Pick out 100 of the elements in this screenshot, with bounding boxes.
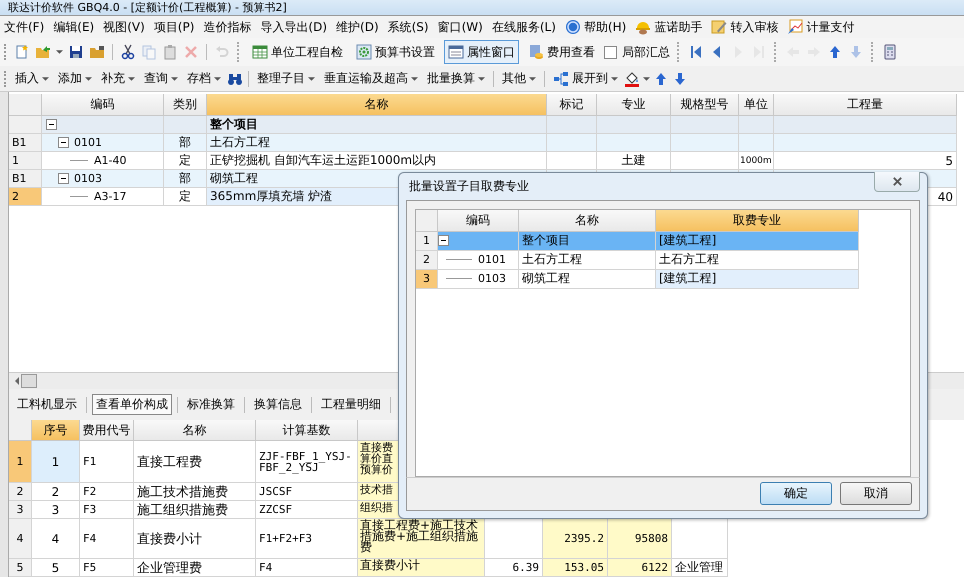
menu-button[interactable]: 存档 — [184, 68, 224, 90]
column-header[interactable]: 费用代号 — [80, 420, 134, 441]
toolbar-button[interactable]: 预算书设置 — [352, 40, 439, 64]
table-cell: 定 — [164, 188, 207, 206]
first-icon[interactable] — [688, 44, 704, 60]
menu-item[interactable]: 造价指标 — [203, 18, 252, 36]
column-header[interactable]: 规格型号 — [671, 94, 739, 116]
menu-item[interactable]: 视图(V) — [103, 18, 145, 36]
menu-item[interactable]: 编辑(E) — [53, 18, 94, 36]
caret-icon — [529, 76, 536, 80]
save-icon[interactable] — [68, 44, 84, 60]
caret-icon[interactable] — [643, 76, 650, 80]
column-header[interactable]: 序号 — [32, 420, 80, 441]
column-header[interactable]: 名称 — [207, 94, 547, 116]
table-cell: 3 — [32, 501, 80, 519]
close-button[interactable] — [874, 172, 920, 192]
row-header[interactable]: 4 — [9, 519, 32, 559]
checkbox[interactable] — [604, 46, 617, 58]
column-header[interactable]: 编码 — [438, 210, 519, 232]
paste-icon[interactable] — [162, 44, 178, 60]
code-text: 0103 — [478, 272, 506, 286]
cell-text: 直接费小计 — [360, 560, 420, 571]
arrow-up-icon[interactable] — [827, 44, 843, 60]
table-cell — [739, 116, 774, 134]
caret-icon — [42, 76, 49, 80]
row-header[interactable]: B1 — [9, 134, 42, 152]
menu-button[interactable]: 整理子目 — [254, 68, 318, 90]
tab[interactable]: 换算信息 — [250, 394, 306, 415]
column-header[interactable]: 计算基数 — [256, 420, 358, 441]
menu-item[interactable]: 系统(S) — [388, 18, 429, 36]
paint-bucket-icon[interactable] — [624, 70, 640, 86]
column-header[interactable]: 名称 — [519, 210, 656, 232]
menu-item[interactable]: 计量支付 — [806, 18, 854, 36]
row-header[interactable]: 3 — [9, 501, 32, 519]
tab[interactable]: 标准换算 — [183, 394, 239, 415]
caret-icon[interactable] — [56, 50, 63, 54]
toolbar-button[interactable]: 属性窗口 — [444, 40, 519, 64]
folder-icon[interactable] — [89, 44, 105, 60]
column-header[interactable]: 编码 — [42, 94, 164, 116]
code-text: 0101 — [74, 136, 102, 149]
menu-item[interactable]: 维护(D) — [336, 18, 379, 36]
row-header[interactable]: 2 — [9, 483, 32, 501]
menu-item[interactable]: 帮助(H) — [584, 18, 626, 36]
menu-item[interactable]: 转入审核 — [730, 18, 778, 36]
dialog-button[interactable]: 取消 — [840, 482, 912, 506]
menu-button[interactable]: 垂直运输及超高 — [321, 68, 421, 90]
column-header[interactable]: 工程量 — [774, 94, 957, 116]
menu-item[interactable]: 窗口(W) — [438, 18, 483, 36]
row-header[interactable]: 1 — [9, 152, 42, 170]
column-header[interactable]: 标记 — [547, 94, 597, 116]
menu-button[interactable]: 补充 — [98, 68, 138, 90]
pencil-document-icon[interactable] — [711, 19, 728, 35]
collapse-toggle[interactable] — [438, 235, 449, 246]
menu-button[interactable]: 插入 — [12, 68, 52, 90]
arrow-up-icon[interactable] — [653, 70, 669, 86]
row-header[interactable]: 1 — [9, 441, 32, 483]
column-header[interactable]: 取费专业 — [656, 210, 859, 232]
menu-item[interactable]: 蓝诺助手 — [654, 18, 702, 36]
column-header[interactable]: 类别 — [164, 94, 207, 116]
collapse-toggle[interactable] — [58, 137, 69, 148]
column-header[interactable]: 单位 — [739, 94, 774, 116]
row-header[interactable]: 5 — [9, 559, 32, 577]
toolbar-button[interactable]: 费用查看 — [524, 40, 599, 64]
table-cell: 部 — [164, 134, 207, 152]
helmet-icon[interactable] — [635, 19, 652, 35]
help-icon[interactable] — [564, 19, 581, 35]
menu-button[interactable]: 展开到 — [550, 68, 621, 90]
tab[interactable]: 工程量明细 — [317, 394, 385, 415]
collapse-toggle[interactable] — [58, 173, 69, 184]
row-header[interactable]: 1 — [416, 232, 438, 251]
chart-pencil-icon[interactable] — [787, 19, 804, 35]
table-cell — [671, 152, 739, 170]
column-header[interactable]: 专业 — [597, 94, 671, 116]
calculator-icon[interactable] — [882, 44, 898, 60]
tab[interactable]: 查看单价构成 — [92, 394, 172, 415]
collapse-toggle[interactable] — [46, 119, 57, 130]
menu-item[interactable]: 项目(P) — [154, 18, 194, 36]
table-cell: 4 — [32, 519, 80, 559]
row-header[interactable]: 2 — [9, 188, 42, 206]
menu-button[interactable]: 添加 — [55, 68, 95, 90]
menu-button[interactable]: 其他 — [499, 68, 539, 90]
tab[interactable]: 工料机显示 — [13, 394, 81, 415]
toolbar-button[interactable]: 单位工程自检 — [248, 40, 347, 64]
row-header[interactable]: 2 — [416, 250, 438, 270]
new-document-icon[interactable] — [14, 44, 30, 60]
column-header[interactable]: 名称 — [134, 420, 256, 441]
menu-item[interactable]: 导入导出(D) — [260, 18, 328, 36]
dialog-button[interactable]: 确定 — [760, 482, 832, 506]
menu-button[interactable]: 查询 — [141, 68, 181, 90]
row-header[interactable]: 3 — [416, 270, 438, 289]
menu-item[interactable]: 在线服务(L) — [492, 18, 556, 36]
arrow-down-icon[interactable] — [672, 70, 688, 86]
table-cell: F5 — [80, 559, 134, 577]
checkbox-label[interactable]: 局部汇总 — [622, 44, 670, 60]
menu-button[interactable]: 批量换算 — [424, 68, 488, 90]
cut-icon[interactable] — [120, 44, 136, 60]
cell-text: 技术措 — [360, 484, 393, 495]
menu-item[interactable]: 文件(F) — [4, 18, 44, 36]
row-header[interactable]: B1 — [9, 170, 42, 188]
open-folder-icon[interactable] — [35, 44, 51, 60]
